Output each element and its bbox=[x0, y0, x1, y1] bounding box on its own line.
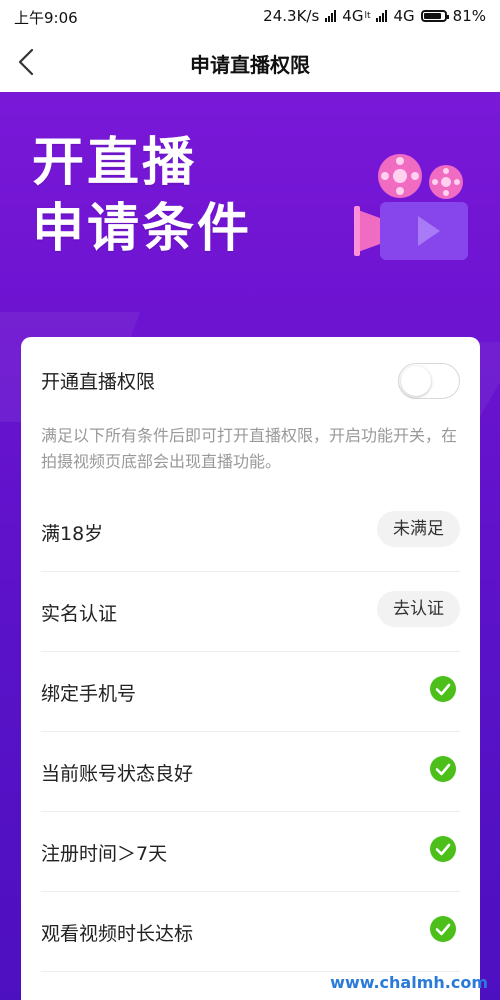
condition-realname: 实名认证 去认证 bbox=[41, 571, 460, 652]
condition-phone: 绑定手机号 bbox=[41, 651, 460, 732]
hero-title-line2: 申请条件 bbox=[32, 199, 253, 259]
watermark: www.chalmh.com bbox=[330, 973, 488, 992]
status-right: 24.3K/s 4G lt 4G 81% bbox=[263, 7, 486, 25]
network-type-1-sub: lt bbox=[364, 11, 371, 21]
network-type-2: 4G bbox=[393, 7, 415, 25]
movie-camera-icon bbox=[354, 154, 468, 260]
condition-account-status: 当前账号状态良好 bbox=[41, 731, 460, 812]
not-met-button[interactable]: 未满足 bbox=[377, 511, 460, 547]
live-permission-row: 开通直播权限 bbox=[41, 355, 460, 405]
nav-bar: 申请直播权限 bbox=[0, 32, 500, 92]
check-circle-icon bbox=[430, 676, 456, 702]
status-time: 上午9:06 bbox=[14, 9, 78, 27]
condition-label: 绑定手机号 bbox=[41, 683, 137, 705]
network-speed: 24.3K/s bbox=[263, 7, 320, 25]
verify-button[interactable]: 去认证 bbox=[377, 591, 460, 627]
signal-icon bbox=[325, 10, 337, 22]
condition-label: 满18岁 bbox=[41, 523, 104, 545]
live-permission-label: 开通直播权限 bbox=[41, 371, 156, 393]
condition-register-time: 注册时间＞7天 bbox=[41, 811, 460, 892]
condition-label: 观看视频时长达标 bbox=[41, 923, 194, 945]
check-circle-icon bbox=[430, 836, 456, 862]
check-circle-icon bbox=[430, 756, 456, 782]
status-bar: 上午9:06 24.3K/s 4G lt 4G 81% bbox=[0, 0, 500, 32]
check-circle-icon bbox=[430, 916, 456, 942]
hero-title-line1: 开直播 bbox=[32, 133, 198, 193]
condition-watch-time: 观看视频时长达标 bbox=[41, 891, 460, 972]
condition-label: 实名认证 bbox=[41, 603, 118, 625]
condition-age: 满18岁 未满足 bbox=[41, 491, 460, 572]
hero-banner: 开直播 申请条件 开通直播权限 满足以下所有条件后即可打开直播权限，开启功能开关… bbox=[0, 92, 500, 1000]
conditions-card: 开通直播权限 满足以下所有条件后即可打开直播权限，开启功能开关，在拍摄视频页底部… bbox=[21, 337, 480, 1000]
condition-label: 当前账号状态良好 bbox=[41, 763, 194, 785]
hero-title: 开直播 申请条件 bbox=[32, 130, 252, 262]
battery-icon bbox=[420, 10, 449, 22]
page-title: 申请直播权限 bbox=[190, 53, 310, 77]
condition-label: 注册时间＞7天 bbox=[41, 843, 168, 865]
network-type-1: 4G bbox=[342, 7, 364, 25]
toggle-knob bbox=[401, 366, 431, 396]
signal-icon-2 bbox=[376, 10, 388, 22]
permission-description: 满足以下所有条件后即可打开直播权限，开启功能开关，在拍摄视频页底部会出现直播功能… bbox=[41, 426, 458, 471]
battery-percent: 81% bbox=[452, 7, 486, 25]
live-permission-toggle[interactable] bbox=[398, 363, 460, 399]
